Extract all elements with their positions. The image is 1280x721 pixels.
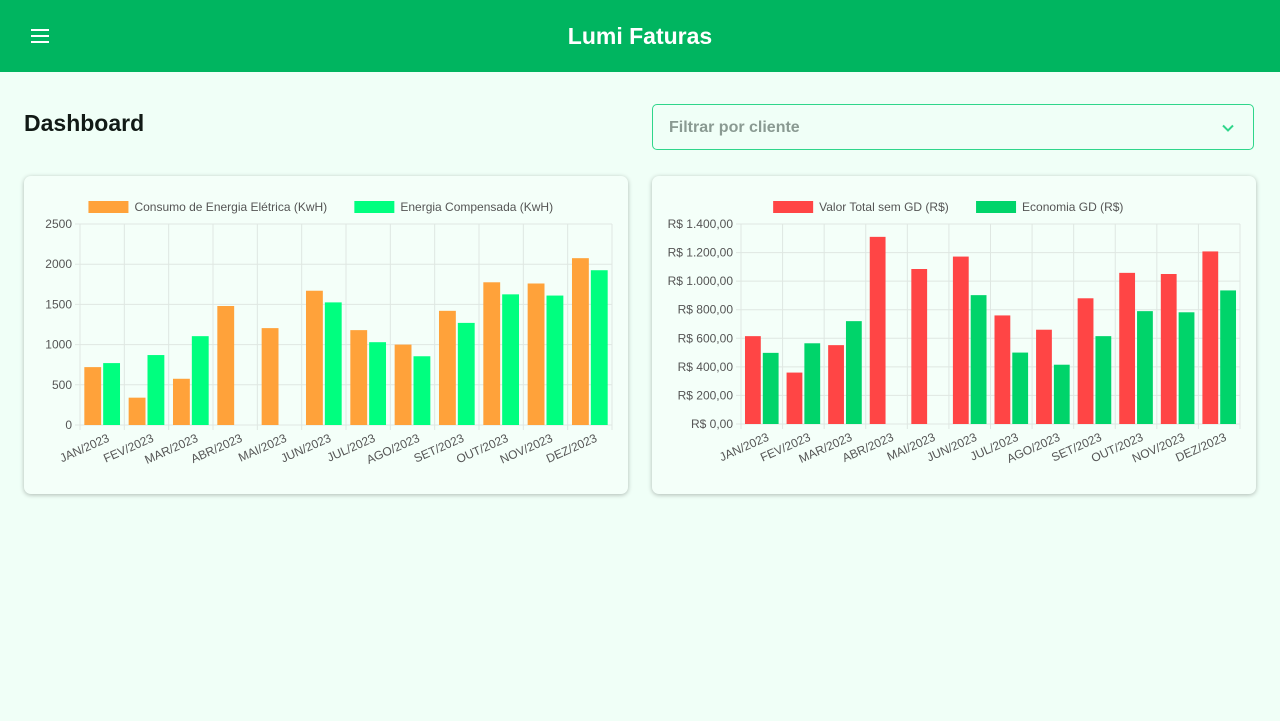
legend-label: Economia GD (R$) — [1022, 200, 1123, 214]
chart-bar — [1202, 251, 1219, 424]
legend-swatch — [976, 201, 1017, 213]
legend-label: Valor Total sem GD (R$) — [819, 200, 949, 214]
y-tick-label: R$ 1.200,00 — [668, 246, 734, 260]
chart-bar — [1137, 311, 1153, 424]
chart-bar — [128, 397, 146, 425]
hamburger-menu-icon — [31, 29, 49, 43]
legend-label: Energia Compensada (KwH) — [400, 200, 553, 214]
chart-bar — [191, 336, 209, 425]
y-tick-label: 500 — [52, 378, 72, 392]
chart-bar — [786, 372, 803, 424]
chart-bar — [571, 258, 589, 425]
energy-chart: Consumo de Energia Elétrica (KwH) Energia… — [45, 200, 613, 467]
y-tick-label: R$ 1.000,00 — [668, 274, 734, 288]
y-tick-label: 1500 — [45, 297, 72, 311]
chart-bar — [483, 282, 501, 425]
client-filter-select[interactable]: Filtrar por cliente — [652, 104, 1254, 150]
chart-bar — [1178, 312, 1195, 424]
chart-bar — [103, 363, 121, 425]
app-header: Lumi Faturas — [0, 0, 1280, 72]
chart-bar — [1220, 290, 1237, 424]
chart-legend: Consumo de Energia Elétrica (KwH) Energia… — [88, 200, 553, 214]
chart-bar — [744, 336, 761, 424]
menu-button[interactable] — [24, 20, 56, 52]
chart-bar — [147, 355, 165, 425]
chart-bar — [994, 315, 1011, 424]
chart-bar — [1119, 272, 1136, 424]
y-tick-label: 2000 — [45, 257, 72, 271]
chart-bar — [762, 352, 779, 424]
y-tick-label: 2500 — [45, 217, 72, 231]
x-tick-label: JUN/2023 — [279, 431, 334, 466]
chart-bar — [502, 294, 520, 425]
chart-bar — [1012, 352, 1029, 424]
legend-swatch — [354, 201, 395, 213]
app-title: Lumi Faturas — [567, 23, 713, 49]
values-chart-card: Valor Total sem GD (R$) Economia GD (R$) R… — [652, 176, 1256, 494]
y-tick-label: R$ 600,00 — [678, 331, 734, 345]
chart-bar — [527, 283, 545, 425]
chart-bar — [261, 328, 279, 425]
y-tick-label: R$ 1.400,00 — [668, 217, 734, 231]
chart-bar — [828, 345, 844, 424]
chart-bar — [1095, 336, 1112, 424]
chart-bar — [1077, 298, 1094, 424]
chevron-down-icon — [1222, 124, 1234, 132]
chart-bar — [590, 270, 608, 425]
legend-item: Economia GD (R$) — [976, 200, 1123, 214]
chart-bar — [804, 343, 821, 424]
legend-label: Consumo de Energia Elétrica (KwH) — [134, 200, 327, 214]
y-tick-label: R$ 400,00 — [678, 360, 734, 374]
chart-bar — [324, 302, 342, 425]
y-tick-label: R$ 800,00 — [678, 303, 734, 317]
chart-bar — [869, 236, 886, 424]
chart-bar — [1160, 274, 1177, 424]
chart-bar — [911, 269, 928, 424]
chart-bar — [457, 322, 475, 425]
x-tick-label: DEZ/2023 — [544, 431, 599, 466]
legend-swatch — [88, 201, 129, 213]
chart-bar — [438, 310, 456, 425]
y-tick-label: 0 — [65, 418, 72, 432]
chart-bar — [1053, 364, 1070, 424]
chart-bar — [546, 295, 564, 425]
chart-bar — [84, 367, 102, 425]
chart-bar — [217, 306, 235, 425]
chart-bar — [172, 378, 190, 425]
legend-item: Consumo de Energia Elétrica (KwH) — [88, 200, 327, 214]
page-title: Dashboard — [24, 110, 145, 136]
chart-bar — [369, 342, 387, 425]
chart-legend: Valor Total sem GD (R$) Economia GD (R$) — [773, 200, 1123, 214]
values-chart: Valor Total sem GD (R$) Economia GD (R$) R… — [668, 200, 1241, 466]
x-tick-label: ABR/2023 — [189, 431, 245, 466]
y-tick-label: 1000 — [45, 338, 72, 352]
chart-bar — [845, 321, 862, 424]
legend-swatch — [773, 201, 814, 213]
y-tick-label: R$ 0,00 — [691, 417, 733, 431]
legend-item: Valor Total sem GD (R$) — [773, 200, 949, 214]
chart-bar — [305, 290, 323, 425]
legend-item: Energia Compensada (KwH) — [354, 200, 553, 214]
chart-bar — [970, 295, 987, 424]
energy-chart-card: Consumo de Energia Elétrica (KwH) Energia… — [24, 176, 628, 494]
chart-bar — [394, 344, 412, 425]
client-filter-placeholder: Filtrar por cliente — [669, 119, 800, 136]
chart-bar — [413, 356, 431, 425]
chart-bar — [1036, 329, 1052, 424]
chart-bar — [952, 256, 969, 424]
y-tick-label: R$ 200,00 — [678, 388, 734, 402]
chart-bar — [350, 330, 368, 425]
